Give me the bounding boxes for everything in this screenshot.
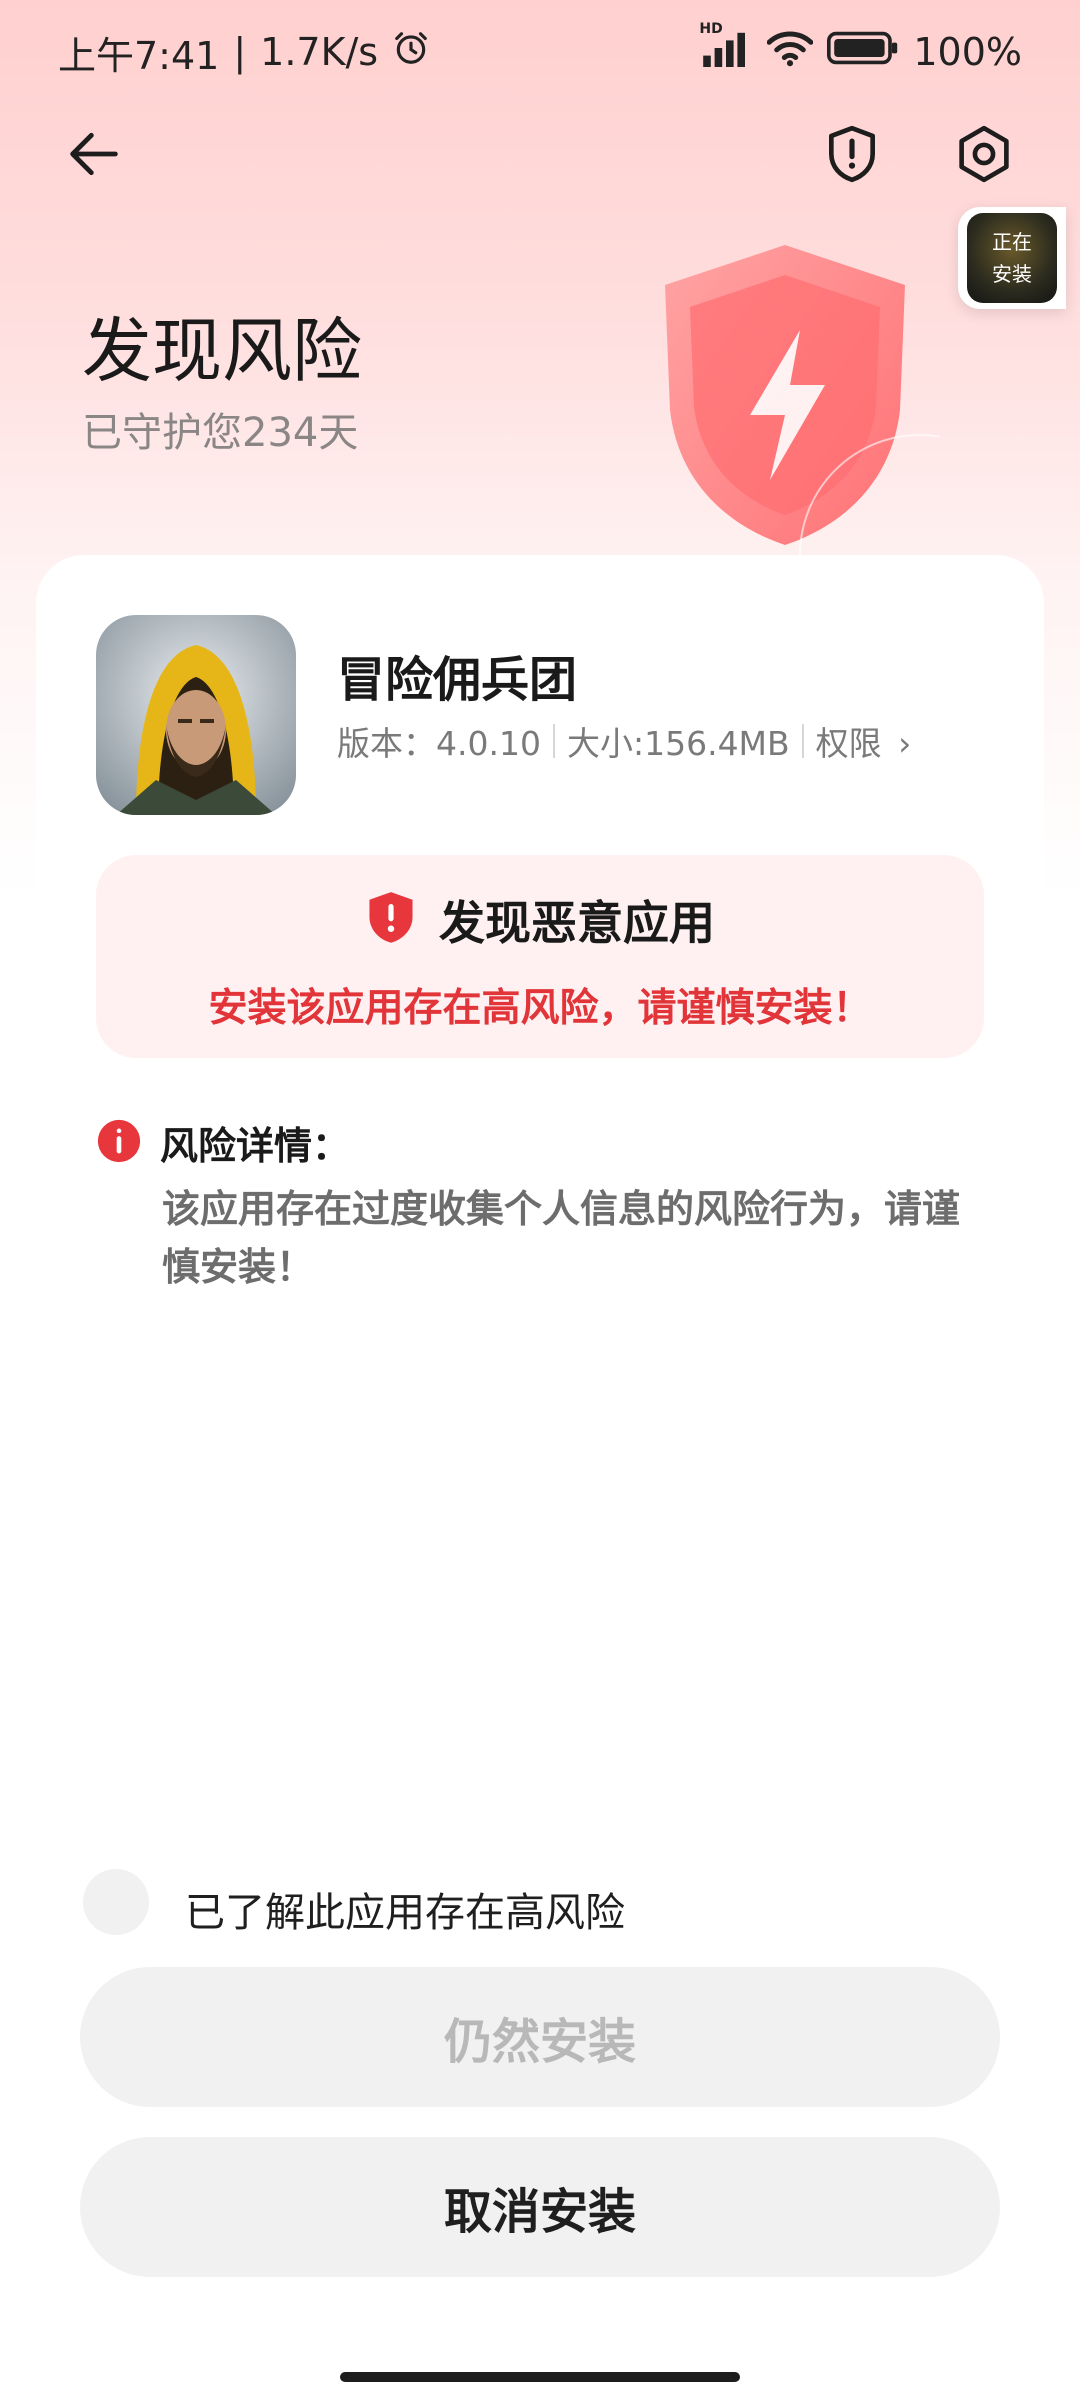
installing-thumbnail: 正在 安装 <box>967 213 1057 303</box>
info-icon <box>96 1118 142 1168</box>
alert-title: 发现恶意应用 <box>439 896 715 950</box>
back-button[interactable] <box>50 112 138 200</box>
status-left: 上午7:41 | 1.7K/s <box>58 25 430 80</box>
protection-days: 已守护您234天 <box>82 410 359 456</box>
gear-icon <box>953 123 1015 189</box>
red-shield-icon <box>610 225 1041 676</box>
home-indicator[interactable] <box>340 2372 740 2382</box>
alert-header: 发现恶意应用 <box>96 887 984 953</box>
badge-line-1: 正在 <box>992 230 1032 254</box>
malicious-alert-box: 发现恶意应用 安装该应用存在高风险，请谨慎安装！ <box>96 855 984 1058</box>
signal-icon: HD <box>699 21 753 76</box>
status-right: HD 100% <box>699 21 1022 76</box>
risk-details-header: 风险详情： <box>96 1115 350 1170</box>
installing-floating-badge[interactable]: 正在 安装 <box>958 207 1066 309</box>
security-button[interactable] <box>808 112 896 200</box>
battery-icon <box>827 30 899 75</box>
risk-details-text: 该应用存在过度收集个人信息的风险行为，请谨慎安装！ <box>162 1187 961 1289</box>
battery-percent: 100% <box>913 30 1022 74</box>
page-title: 发现风险 <box>82 310 362 392</box>
main-card <box>36 555 1044 2400</box>
cancel-install-button[interactable]: 取消安装 <box>80 2137 1000 2277</box>
red-shield-alert-icon <box>365 890 417 950</box>
status-bar: 上午7:41 | 1.7K/s HD 100% <box>0 0 1080 104</box>
meta-separator <box>552 724 555 758</box>
permissions-link[interactable]: 权限 › <box>816 717 912 765</box>
app-icon <box>96 615 296 815</box>
alarm-clock-icon <box>392 29 430 76</box>
chevron-right-icon: › <box>898 724 912 763</box>
acknowledge-checkbox[interactable] <box>83 1869 149 1935</box>
app-size: 大小:156.4MB <box>566 724 790 763</box>
app-name: 冒险佣兵团 <box>337 652 578 708</box>
hd-label: HD <box>699 20 723 37</box>
meta-separator <box>801 724 804 758</box>
back-arrow-icon <box>62 122 126 190</box>
alert-description: 安装该应用存在高风险，请谨慎安装！ <box>208 986 872 1031</box>
status-divider: | <box>233 30 247 74</box>
network-speed: 1.7K/s <box>260 30 379 74</box>
shield-alert-icon <box>821 123 883 189</box>
status-time: 上午7:41 <box>58 33 220 78</box>
install-anyway-button[interactable]: 仍然安装 <box>80 1967 1000 2107</box>
settings-button[interactable] <box>940 112 1028 200</box>
risk-details-label: 风险详情： <box>160 1124 351 1168</box>
app-version: 版本：4.0.10 <box>337 724 541 763</box>
permissions-label: 权限 <box>815 724 882 763</box>
app-meta: 版本：4.0.10 大小:156.4MB 权限 › <box>337 717 911 765</box>
acknowledge-label[interactable]: 已了解此应用存在高风险 <box>185 1880 625 1938</box>
wifi-icon <box>766 29 814 76</box>
badge-line-2: 安装 <box>992 262 1032 286</box>
